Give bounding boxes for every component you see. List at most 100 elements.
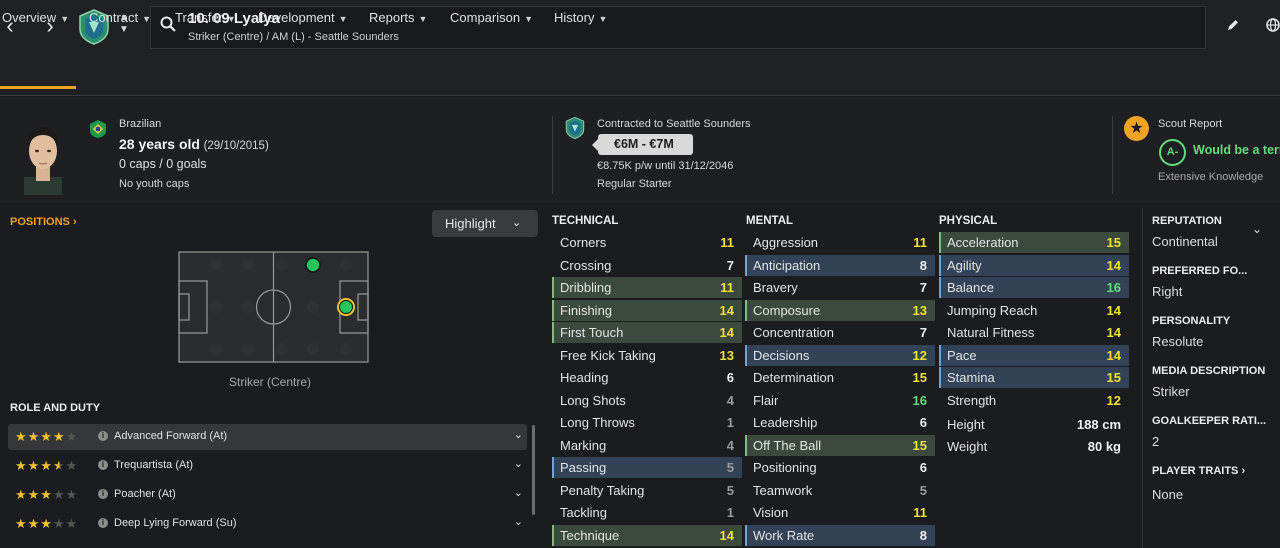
role-row[interactable]: ★★★★★ i Deep Lying Forward (Su) ⌄	[8, 511, 527, 537]
role-row[interactable]: ★★★★★ i Trequartista (At) ⌄	[8, 453, 527, 479]
attribute-row-off-the-ball[interactable]: Off The Ball 15	[745, 434, 935, 456]
info-icon[interactable]: i	[98, 518, 108, 528]
media-description-value: Striker	[1152, 384, 1190, 399]
attribute-row-composure[interactable]: Composure 13	[745, 299, 935, 321]
attribute-value: 14	[719, 527, 734, 543]
attribute-row-work-rate[interactable]: Work Rate 8	[745, 524, 935, 546]
roles-scrollbar[interactable]	[532, 425, 535, 515]
chevron-down-icon[interactable]: ⌄	[514, 486, 523, 499]
attribute-value: 12	[1106, 392, 1121, 408]
transfer-value-badge[interactable]: €6M - €7M	[592, 134, 693, 155]
attribute-row-long-throws[interactable]: Long Throws 1	[552, 412, 742, 433]
attribute-name: Concentration	[753, 325, 834, 340]
attribute-row-first-touch[interactable]: First Touch 14	[552, 322, 742, 343]
role-duty-title: ROLE AND DUTY	[10, 402, 101, 414]
tab-contract[interactable]: Contract ▼	[89, 10, 151, 25]
attribute-row-leadership[interactable]: Leadership 6	[745, 412, 935, 433]
attribute-value: 1	[726, 505, 734, 520]
attribute-name: Agility	[947, 257, 982, 273]
search-icon[interactable]	[160, 16, 176, 32]
attribute-row-free-kick-taking[interactable]: Free Kick Taking 13	[552, 345, 742, 366]
attribute-row-anticipation[interactable]: Anticipation 8	[745, 254, 935, 276]
positions-link[interactable]: POSITIONS ›	[10, 216, 77, 228]
personality-title: PERSONALITY	[1152, 315, 1231, 327]
highlight-bar	[552, 322, 554, 343]
attribute-row-corners[interactable]: Corners 11	[552, 232, 742, 253]
attribute-row-teamwork[interactable]: Teamwork 5	[745, 480, 935, 501]
player-positions-club: Striker (Centre) / AM (L) - Seattle Soun…	[188, 31, 399, 43]
chevron-down-icon[interactable]: ⌄	[1252, 222, 1262, 236]
attribute-row-decisions[interactable]: Decisions 12	[745, 344, 935, 366]
attribute-row-stamina[interactable]: Stamina 15	[939, 367, 1129, 388]
attribute-row-heading[interactable]: Heading 6	[552, 367, 742, 388]
role-row[interactable]: ★★★★★ i Poacher (At) ⌄	[8, 482, 527, 508]
attribute-name: Dribbling	[560, 280, 612, 295]
role-rating-stars: ★★★★★	[15, 487, 79, 502]
attribute-value: 15	[1106, 370, 1121, 385]
attribute-row-technique[interactable]: Technique 14	[552, 524, 742, 546]
attribute-value: 15	[912, 437, 927, 453]
edit-pencil-icon[interactable]	[1226, 18, 1240, 32]
role-row[interactable]: ★★★★★ i Advanced Forward (At) ⌄	[8, 424, 527, 450]
globe-icon[interactable]	[1266, 18, 1280, 32]
attribute-value: 7	[919, 280, 927, 295]
attribute-row-strength[interactable]: Strength 12	[939, 390, 1129, 411]
attribute-row-jumping-reach[interactable]: Jumping Reach 14	[939, 300, 1129, 321]
attribute-row-balance[interactable]: Balance 16	[939, 277, 1129, 298]
attribute-row-dribbling[interactable]: Dribbling 11	[552, 277, 742, 298]
attribute-row-vision[interactable]: Vision 11	[745, 502, 935, 523]
attribute-row-bravery[interactable]: Bravery 7	[745, 277, 935, 298]
highlight-dropdown[interactable]: Highlight ⌄	[432, 210, 538, 237]
tab-transfer[interactable]: Transfer ▼	[175, 10, 236, 25]
squad-status: Regular Starter	[597, 178, 672, 190]
tab-reports[interactable]: Reports ▼	[369, 10, 427, 25]
attribute-name: Long Throws	[560, 415, 635, 430]
info-icon[interactable]: i	[98, 431, 108, 441]
highlight-bar	[745, 299, 747, 321]
attribute-value: 15	[912, 370, 927, 385]
attribute-name: Passing	[560, 460, 607, 475]
attribute-row-determination[interactable]: Determination 15	[745, 367, 935, 388]
attribute-row-penalty-taking[interactable]: Penalty Taking 5	[552, 480, 742, 501]
highlight-bar	[552, 232, 554, 253]
attribute-row-agility[interactable]: Agility 14	[939, 254, 1129, 276]
tab-bar	[0, 56, 1280, 96]
attribute-row-positioning[interactable]: Positioning 6	[745, 457, 935, 478]
attribute-value: 6	[919, 460, 927, 475]
active-tab-indicator	[0, 86, 76, 89]
attribute-row-acceleration[interactable]: Acceleration 15	[939, 232, 1129, 253]
chevron-down-icon[interactable]: ⌄	[514, 428, 523, 441]
scout-summary[interactable]: Would be a terr	[1193, 143, 1280, 157]
attribute-row-tackling[interactable]: Tackling 1	[552, 502, 742, 523]
attribute-row-flair[interactable]: Flair 16	[745, 390, 935, 411]
player-traits-link[interactable]: PLAYER TRAITS ›	[1152, 465, 1245, 477]
attribute-row-aggression[interactable]: Aggression 11	[745, 232, 935, 253]
reputation-title: REPUTATION	[1152, 215, 1222, 227]
attribute-row-natural-fitness[interactable]: Natural Fitness 14	[939, 322, 1129, 343]
attribute-row-pace[interactable]: Pace 14	[939, 344, 1129, 366]
attribute-value: 6	[726, 370, 734, 385]
info-icon[interactable]: i	[98, 460, 108, 470]
goalkeeper-rating-value: 2	[1152, 434, 1160, 449]
attribute-name: Technique	[560, 527, 620, 543]
highlight-bar	[552, 390, 554, 411]
tab-overview[interactable]: Overview ▼	[2, 10, 69, 25]
attribute-name: Jumping Reach	[947, 302, 1038, 318]
attribute-row-finishing[interactable]: Finishing 14	[552, 299, 742, 321]
attribute-row-marking[interactable]: Marking 4	[552, 435, 742, 456]
attribute-name: Off The Ball	[753, 437, 822, 453]
attribute-row-passing[interactable]: Passing 5	[552, 457, 742, 478]
attribute-value: 7	[726, 257, 734, 273]
attribute-row-concentration[interactable]: Concentration 7	[745, 322, 935, 343]
tab-development[interactable]: Development ▼	[258, 10, 348, 25]
tab-comparison[interactable]: Comparison ▼	[450, 10, 533, 25]
chevron-down-icon[interactable]: ⌄	[514, 515, 523, 528]
highlight-bar	[745, 457, 747, 478]
info-icon[interactable]: i	[98, 489, 108, 499]
tab-history[interactable]: History ▼	[554, 10, 607, 25]
height-row: Height 188 cm	[947, 417, 1121, 432]
attribute-row-crossing[interactable]: Crossing 7	[552, 255, 742, 276]
chevron-down-icon[interactable]: ⌄	[514, 457, 523, 470]
highlight-bar	[745, 502, 747, 523]
attribute-row-long-shots[interactable]: Long Shots 4	[552, 390, 742, 411]
